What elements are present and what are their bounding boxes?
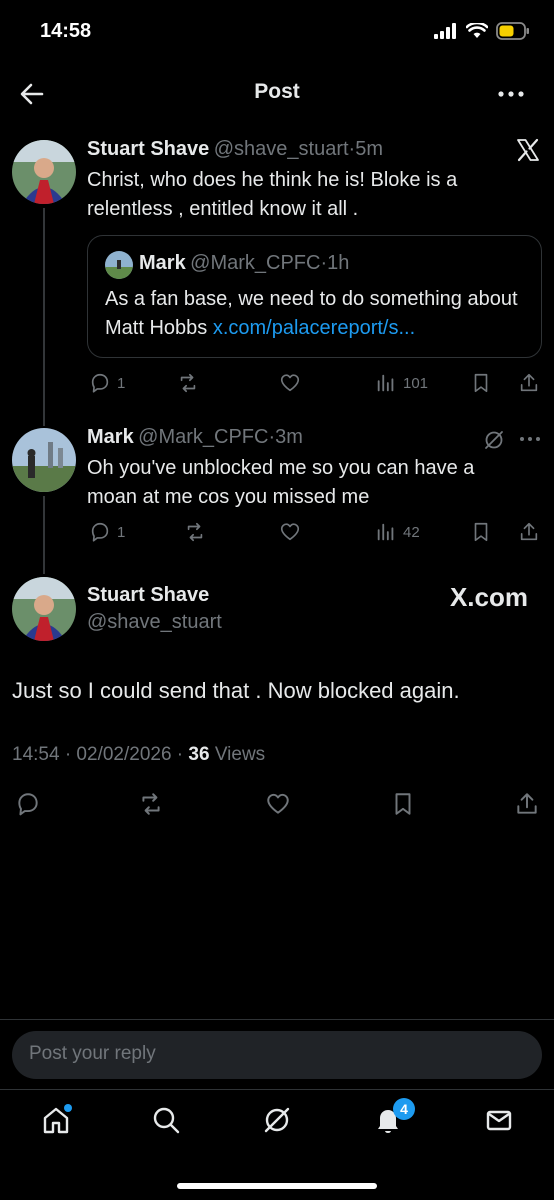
author-handle[interactable]: @Mark_CPFC	[138, 426, 268, 448]
view-count: 42	[403, 523, 420, 541]
tweet-text: Christ, who does he think he is! Bloke i…	[87, 169, 458, 220]
quote-author-handle: @Mark_CPFC	[190, 252, 321, 274]
repost-button[interactable]	[176, 372, 200, 394]
like-button[interactable]	[278, 372, 302, 394]
avatar[interactable]	[12, 428, 76, 492]
quote-header: Mark @Mark_CPFC·1h	[139, 252, 349, 275]
like-button[interactable]	[278, 521, 302, 543]
signal-icon	[434, 23, 456, 39]
views-button[interactable]: 101	[375, 372, 428, 394]
quote-author-name: Mark	[139, 252, 186, 274]
post-text: Just so I could send that . Now blocked …	[12, 678, 460, 703]
repost-icon	[142, 793, 160, 815]
author-handle[interactable]: @shave_stuart	[87, 611, 222, 634]
tab-grok[interactable]	[257, 1100, 297, 1140]
share-icon	[520, 373, 538, 392]
bookmark-icon	[474, 522, 488, 542]
wifi-icon	[466, 23, 488, 38]
heart-icon	[267, 793, 289, 814]
views-button[interactable]: 42	[375, 521, 420, 543]
notification-badge: 4	[393, 1098, 415, 1120]
quote-avatar	[105, 251, 133, 279]
tweet-header: Mark @Mark_CPFC·3m	[87, 426, 303, 449]
reply-input[interactable]: Post your reply	[12, 1031, 542, 1079]
repost-button[interactable]	[183, 521, 207, 543]
bookmark-button[interactable]	[470, 521, 492, 543]
tab-notifications[interactable]: 4	[368, 1098, 415, 1140]
bookmark-button[interactable]	[470, 372, 492, 394]
reply-icon	[91, 522, 109, 542]
share-button[interactable]	[518, 521, 540, 543]
reply-icon	[18, 793, 38, 816]
tab-home[interactable]	[36, 1100, 76, 1140]
status-icons	[434, 22, 530, 40]
author-name[interactable]: Stuart Shave	[87, 584, 209, 607]
author-name[interactable]: Stuart Shave	[87, 138, 209, 160]
more-horizontal-icon	[520, 437, 540, 441]
more-options-button[interactable]	[496, 84, 526, 109]
thread-line	[43, 208, 45, 426]
bar-chart-icon	[377, 374, 394, 392]
reply-icon	[91, 373, 109, 393]
xcom-watermark: X.com	[449, 582, 528, 612]
grok-icon	[485, 431, 503, 449]
bookmark-button[interactable]	[390, 791, 416, 822]
reply-count: 1	[117, 374, 126, 392]
share-icon	[517, 793, 537, 814]
views-count: 36	[188, 744, 210, 765]
notification-dot	[64, 1104, 72, 1112]
reply-placeholder: Post your reply	[29, 1043, 156, 1064]
tab-messages[interactable]	[479, 1100, 519, 1140]
like-button[interactable]	[264, 791, 292, 822]
bookmark-icon	[395, 793, 411, 815]
heart-icon	[280, 523, 300, 541]
share-icon	[520, 522, 538, 541]
repost-button[interactable]	[137, 791, 165, 822]
post-timestamp: 14:54 · 02/02/2026 ·	[12, 744, 189, 765]
grok-icon	[264, 1107, 290, 1133]
status-time: 14:58	[40, 20, 92, 42]
divider	[0, 1019, 554, 1020]
post-time: 5m	[355, 138, 384, 160]
view-count: 101	[403, 374, 429, 392]
more-horizontal-icon	[498, 91, 524, 97]
tab-search[interactable]	[146, 1100, 186, 1140]
post-meta: 14:54 · 02/02/2026 · 36 Views	[12, 744, 265, 766]
share-button[interactable]	[518, 372, 540, 394]
more-options-button[interactable]	[518, 430, 542, 453]
reply-button[interactable]	[15, 791, 41, 822]
x-logo-icon	[516, 138, 540, 167]
tweet-header: Stuart Shave @shave_stuart·5m	[87, 138, 383, 161]
reply-button[interactable]: 1	[89, 521, 125, 543]
heart-icon	[280, 374, 300, 392]
author-handle[interactable]: @shave_stuart	[214, 138, 349, 160]
divider	[0, 1089, 554, 1090]
page-title: Post	[254, 80, 300, 103]
bar-chart-icon	[377, 523, 394, 541]
battery-icon	[496, 22, 529, 40]
share-button[interactable]	[514, 791, 540, 822]
home-indicator	[177, 1183, 377, 1189]
search-icon	[153, 1107, 180, 1134]
repost-icon	[180, 373, 196, 393]
repost-icon	[187, 522, 203, 542]
tweet-text: Oh you've unblocked me so you can have a…	[87, 457, 475, 508]
thread-line	[43, 496, 45, 574]
mail-icon	[486, 1110, 512, 1131]
post-time: 3m	[275, 426, 303, 448]
views-label: Views	[209, 744, 266, 765]
reply-button[interactable]: 1	[89, 372, 125, 394]
quote-time: 1h	[327, 252, 350, 274]
quote-link[interactable]: x.com/palacereport/s...	[213, 317, 415, 339]
author-name[interactable]: Mark	[87, 426, 134, 448]
grok-button[interactable]	[482, 428, 506, 457]
reply-count: 1	[117, 523, 126, 541]
avatar[interactable]	[12, 140, 76, 204]
avatar[interactable]	[12, 577, 76, 641]
bookmark-icon	[474, 373, 488, 393]
quote-text: As a fan base, we need to do something a…	[105, 285, 525, 343]
